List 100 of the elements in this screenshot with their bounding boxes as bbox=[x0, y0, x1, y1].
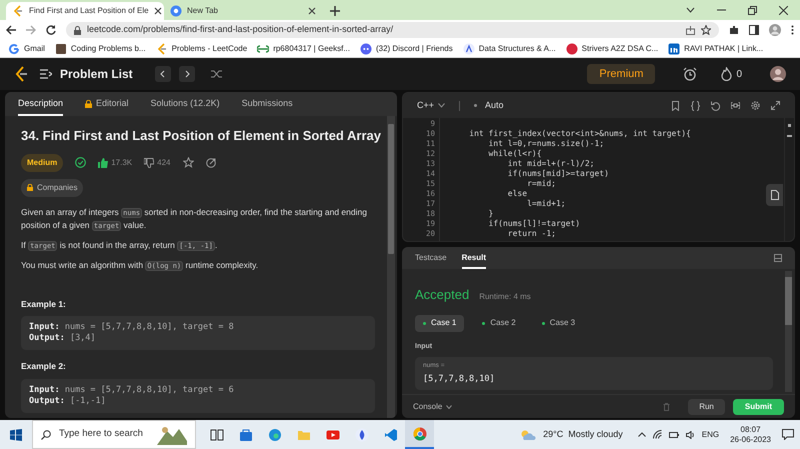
input-language[interactable]: ENG bbox=[702, 428, 720, 440]
console-button[interactable]: Console bbox=[413, 400, 452, 412]
windows-logo-icon[interactable] bbox=[10, 428, 22, 440]
bookmark[interactable]: (32) Discord | Friends bbox=[360, 42, 453, 54]
like-count: 17.3K bbox=[111, 156, 132, 168]
browser-tab[interactable]: New Tab bbox=[164, 2, 322, 20]
runtime-text: Runtime: 4 ms bbox=[479, 291, 531, 303]
premium-button[interactable]: Premium bbox=[587, 64, 656, 84]
bookmark-icon[interactable] bbox=[671, 100, 680, 110]
letter-a-icon bbox=[462, 42, 475, 54]
battery-icon[interactable] bbox=[668, 432, 679, 438]
bookmark[interactable]: Strivers A2Z DSA C... bbox=[566, 42, 658, 54]
case-tab[interactable]: Case 1 bbox=[415, 314, 464, 332]
bookmark[interactable]: RAVI PATHAK | Link... bbox=[668, 42, 764, 54]
code-line: if(nums[mid]>=target) bbox=[506, 169, 609, 179]
command-icon[interactable] bbox=[731, 100, 740, 110]
side-panel-icon[interactable] bbox=[749, 25, 759, 35]
star-icon[interactable] bbox=[182, 157, 194, 168]
clock-date[interactable]: 26-06-2023 bbox=[730, 434, 771, 444]
dislike-count: 424 bbox=[157, 156, 170, 168]
example-heading: Example 2: bbox=[21, 360, 67, 373]
chevron-up-icon[interactable] bbox=[638, 432, 646, 437]
run-button[interactable]: Run bbox=[688, 398, 725, 414]
language-dropdown[interactable]: C++ bbox=[417, 98, 446, 112]
plus-icon[interactable] bbox=[330, 6, 340, 16]
leetcode-logo-icon bbox=[156, 42, 168, 54]
panel-icon[interactable] bbox=[774, 254, 782, 262]
code-line: while(l<r){ bbox=[488, 149, 542, 159]
chevron-right-button[interactable] bbox=[178, 66, 195, 82]
settings-icon[interactable] bbox=[751, 100, 760, 110]
google-icon bbox=[8, 42, 20, 54]
thumbs-down-icon[interactable] bbox=[144, 158, 154, 168]
store-bag-icon[interactable] bbox=[238, 428, 252, 442]
minimize-icon[interactable] bbox=[717, 9, 726, 11]
task-view-icon[interactable] bbox=[210, 428, 224, 442]
case-tab[interactable]: Case 3 bbox=[534, 314, 584, 332]
bookmark[interactable]: rp6804317 | Geeksf... bbox=[257, 42, 350, 54]
case-tab[interactable]: Case 2 bbox=[474, 314, 524, 332]
address-bar[interactable]: leetcode.com/problems/find-first-and-last-position-of-element-in-sorted-array/ bbox=[66, 22, 719, 38]
minimap-scrollbar[interactable] bbox=[784, 118, 794, 241]
expand-icon[interactable] bbox=[771, 100, 780, 110]
braces-icon[interactable] bbox=[691, 100, 700, 110]
code-editor-icon[interactable] bbox=[384, 428, 398, 442]
dot-icon bbox=[482, 322, 486, 324]
edge-browser-icon[interactable] bbox=[268, 428, 282, 442]
check-circle-icon bbox=[75, 157, 86, 168]
scrollbar[interactable] bbox=[785, 271, 792, 392]
browser-tab[interactable]: Find First and Last Position of Ele bbox=[6, 2, 164, 20]
network-icon[interactable] bbox=[652, 430, 662, 439]
example-line: Output: [3,4] bbox=[29, 333, 97, 344]
chevron-down-icon bbox=[446, 404, 452, 408]
notes-button[interactable] bbox=[766, 184, 783, 206]
restore-icon[interactable] bbox=[748, 6, 757, 14]
notification-icon[interactable] bbox=[782, 429, 794, 440]
description-tab[interactable]: Submissions bbox=[242, 94, 293, 116]
chevron-left-button[interactable] bbox=[154, 66, 171, 82]
flame-app-icon[interactable] bbox=[354, 428, 368, 442]
thumbs-up-icon[interactable] bbox=[98, 158, 108, 168]
difficulty-badge: Medium bbox=[21, 154, 64, 172]
problem-list-link[interactable]: Problem List bbox=[60, 65, 133, 83]
cloudy-weather-icon bbox=[520, 428, 536, 440]
description-tab[interactable]: Description bbox=[18, 94, 64, 116]
back-arrow-icon[interactable] bbox=[6, 25, 16, 35]
share-icon[interactable] bbox=[686, 26, 695, 34]
search-placeholder: Type here to search bbox=[59, 427, 144, 442]
bookmark[interactable]: Coding Problems b... bbox=[54, 42, 146, 54]
chrome-icon[interactable] bbox=[412, 426, 426, 440]
bookmark[interactable]: Data Structures & A... bbox=[462, 42, 556, 54]
share-icon[interactable] bbox=[206, 158, 216, 168]
video-play-icon[interactable] bbox=[326, 428, 340, 442]
code-line: int l=0,r=nums.size()-1; bbox=[488, 139, 604, 149]
star-icon[interactable] bbox=[701, 25, 711, 35]
reset-icon[interactable] bbox=[711, 100, 720, 110]
reload-icon[interactable] bbox=[46, 25, 56, 35]
description-tab[interactable]: Solutions (12.2K) bbox=[150, 94, 220, 116]
list-icon[interactable] bbox=[40, 69, 52, 79]
chevron-down-icon[interactable] bbox=[686, 7, 695, 13]
bookmark[interactable]: Gmail bbox=[8, 42, 45, 54]
close-icon[interactable] bbox=[154, 7, 162, 15]
scrollbar[interactable] bbox=[387, 116, 395, 418]
close-icon[interactable] bbox=[779, 6, 788, 14]
autocomplete-mode[interactable]: Auto bbox=[485, 98, 504, 112]
alarm-clock-icon[interactable] bbox=[683, 67, 698, 81]
taskbar-search-field[interactable]: Type here to search bbox=[32, 420, 196, 449]
bookmark[interactable]: Problems - LeetCode bbox=[156, 42, 248, 54]
description-tab[interactable]: Editorial bbox=[85, 94, 129, 116]
console-tab[interactable]: Testcase bbox=[415, 249, 447, 269]
linkedin-icon bbox=[668, 42, 680, 54]
flame-icon[interactable] bbox=[721, 67, 732, 81]
shuffle-icon[interactable] bbox=[210, 69, 223, 79]
more-vertical-icon[interactable] bbox=[791, 25, 794, 35]
speaker-icon[interactable] bbox=[686, 430, 695, 438]
close-icon[interactable] bbox=[308, 7, 316, 15]
leetcode-logo-icon[interactable] bbox=[14, 66, 28, 82]
tab-title: New Tab bbox=[187, 5, 219, 17]
companies-tag[interactable]: Companies bbox=[21, 178, 84, 196]
clock-time[interactable]: 08:07 bbox=[740, 424, 761, 434]
console-tab[interactable]: Result bbox=[462, 249, 486, 269]
puzzle-icon[interactable] bbox=[729, 25, 739, 35]
avatar-icon[interactable] bbox=[770, 66, 786, 82]
